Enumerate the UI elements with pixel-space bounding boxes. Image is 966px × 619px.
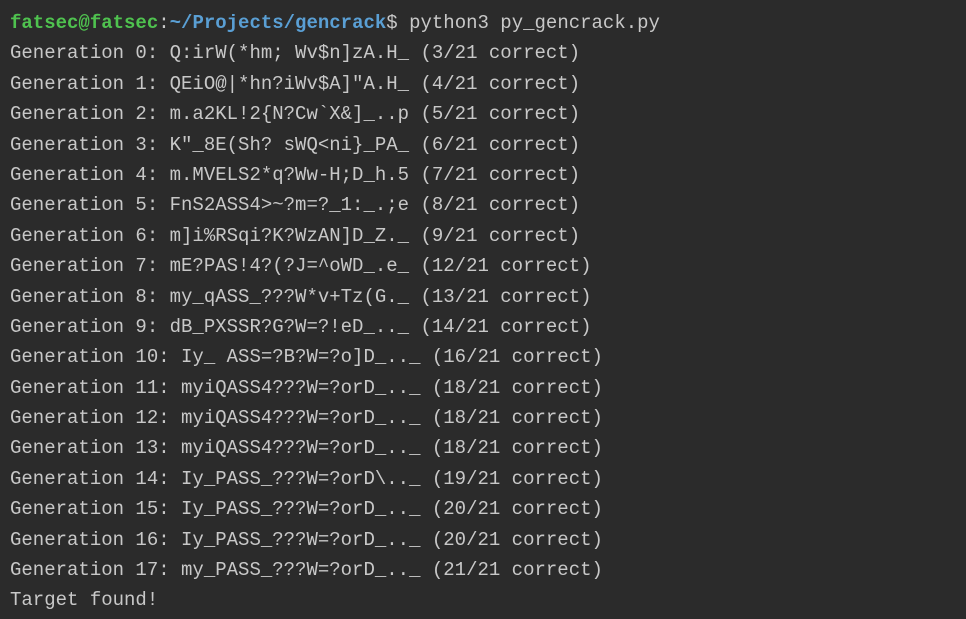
output-line: Generation 6: m]i%RSqi?K?WzAN]D_Z._ (9/2… — [10, 221, 956, 251]
output-line: Generation 4: m.MVELS2*q?Ww-H;D_h.5 (7/2… — [10, 160, 956, 190]
output-line: Generation 15: Iy_PASS_???W=?orD_.._ (20… — [10, 494, 956, 524]
prompt-command: python3 py_gencrack.py — [409, 12, 660, 34]
output-line: Generation 10: Iy_ ASS=?B?W=?o]D_.._ (16… — [10, 342, 956, 372]
output-final: Target found! — [10, 585, 956, 615]
prompt-path: ~/Projects/gencrack — [170, 12, 387, 34]
output-line: Generation 13: myiQASS4???W=?orD_.._ (18… — [10, 433, 956, 463]
output-line: Generation 3: K"_8E(Sh? sWQ<ni}_PA_ (6/2… — [10, 130, 956, 160]
output-line: Generation 5: FnS2ASS4>~?m=?_1:_.;e (8/2… — [10, 190, 956, 220]
output-line: Generation 11: myiQASS4???W=?orD_.._ (18… — [10, 373, 956, 403]
output-line: Generation 14: Iy_PASS_???W=?orD\.._ (19… — [10, 464, 956, 494]
output-line: Generation 2: m.a2KL!2{N?Cw`X&]_..p (5/2… — [10, 99, 956, 129]
output-line: Generation 12: myiQASS4???W=?orD_.._ (18… — [10, 403, 956, 433]
output-line: Generation 7: mE?PAS!4?(?J=^oWD_.e_ (12/… — [10, 251, 956, 281]
output-line: Generation 1: QEiO@|*hn?iWv$A]"A.H_ (4/2… — [10, 69, 956, 99]
output-line: Generation 17: my_PASS_???W=?orD_.._ (21… — [10, 555, 956, 585]
prompt-dollar: $ — [386, 12, 409, 34]
output-line: Generation 0: Q:irW(*hm; Wv$n]zA.H_ (3/2… — [10, 38, 956, 68]
terminal-prompt-line: fatsec@fatsec:~/Projects/gencrack$ pytho… — [10, 8, 956, 38]
prompt-colon: : — [158, 12, 169, 34]
output-line: Generation 9: dB_PXSSR?G?W=?!eD_.._ (14/… — [10, 312, 956, 342]
prompt-user-host: fatsec@fatsec — [10, 12, 158, 34]
output-line: Generation 16: Iy_PASS_???W=?orD_.._ (20… — [10, 525, 956, 555]
output-line: Generation 8: my_qASS_???W*v+Tz(G._ (13/… — [10, 282, 956, 312]
